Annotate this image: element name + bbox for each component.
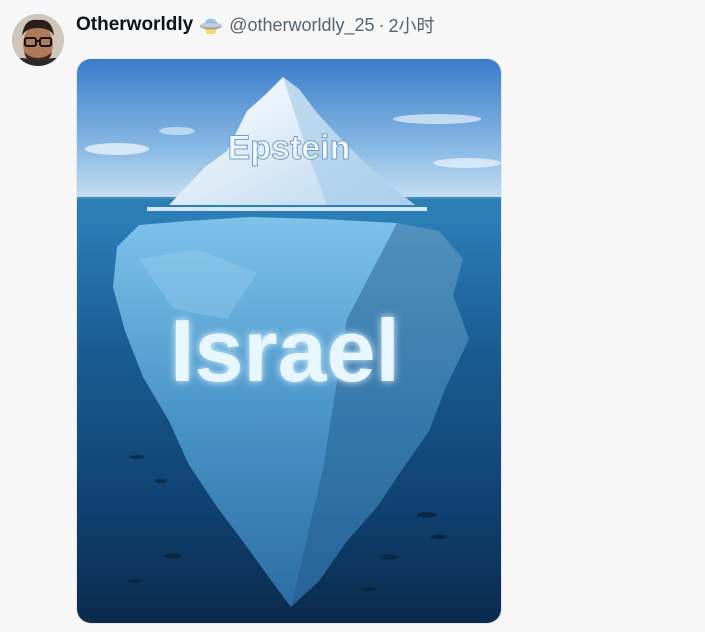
ufo-icon	[199, 15, 223, 35]
author-handle[interactable]: @otherworldly_25	[229, 15, 374, 36]
display-name[interactable]: Otherworldly	[76, 14, 193, 36]
iceberg-bottom-label: Israel	[170, 301, 400, 400]
iceberg-top-label: Epstein	[228, 129, 351, 167]
post-timestamp[interactable]: 2小时	[389, 12, 435, 38]
post-header: Otherworldly @otherworldly_25 · 2小时	[76, 12, 435, 38]
avatar-image	[12, 14, 64, 66]
avatar[interactable]	[12, 14, 64, 66]
post-image[interactable]: Epstein Israel	[77, 59, 501, 623]
meta-separator: ·	[378, 14, 385, 35]
